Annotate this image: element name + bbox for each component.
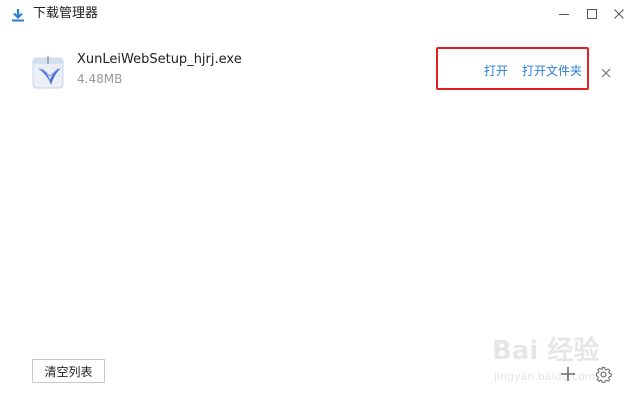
- watermark-brand: Bai 经验: [492, 336, 600, 366]
- title-bar: 下载管理器: [0, 0, 641, 28]
- gear-icon[interactable]: [595, 366, 612, 384]
- close-icon[interactable]: [609, 4, 629, 24]
- clear-list-button[interactable]: 清空列表: [32, 359, 105, 383]
- watermark-url: jingyan.baidu.com: [494, 370, 596, 383]
- close-icon[interactable]: [600, 64, 612, 78]
- maximize-icon[interactable]: [582, 4, 602, 24]
- open-link[interactable]: 打开: [484, 62, 508, 79]
- file-name: XunLeiWebSetup_hjrj.exe: [77, 52, 242, 67]
- xunlei-bird-icon: [30, 54, 66, 90]
- open-folder-link[interactable]: 打开文件夹: [522, 62, 582, 79]
- file-size: 4.48MB: [77, 72, 123, 86]
- download-manager-window: 下载管理器 XunLeiWebSetup_hjrj.exe 4.48MB 打开 …: [0, 0, 641, 402]
- download-icon: [11, 7, 25, 22]
- plus-icon[interactable]: [560, 366, 576, 382]
- minimize-icon[interactable]: [554, 4, 574, 24]
- window-title: 下载管理器: [33, 6, 99, 21]
